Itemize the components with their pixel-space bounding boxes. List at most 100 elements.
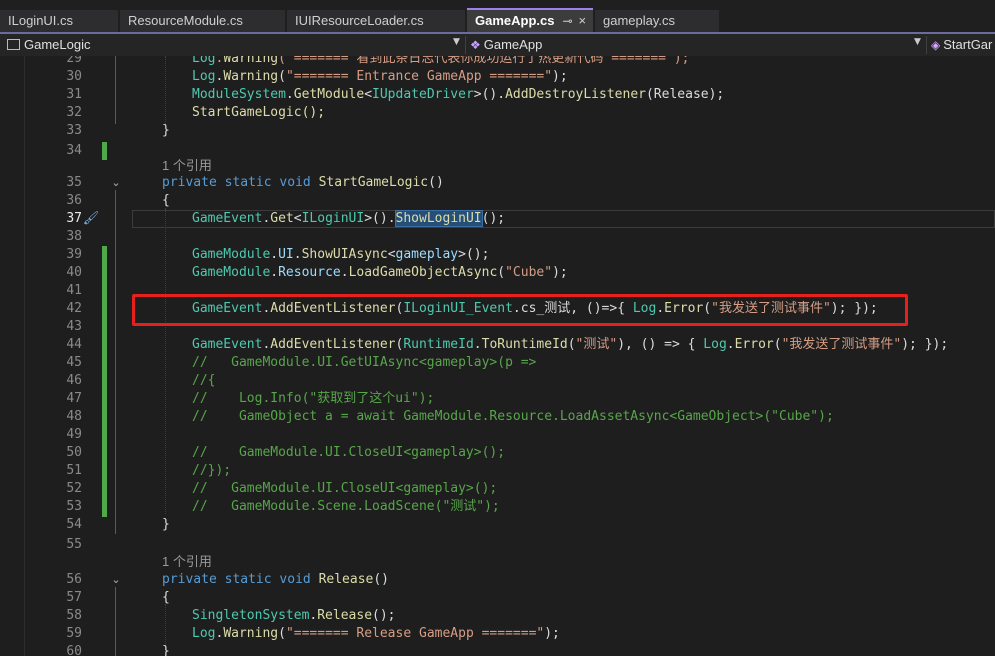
tab-label: IUIResourceLoader.cs [295,13,424,28]
chevron-down-icon[interactable]: ▼ [914,37,921,47]
code-text: } [162,123,170,138]
line-number: 43 [66,319,82,334]
code-line: 57 { [0,589,995,607]
line-number: 54 [66,517,82,532]
close-icon[interactable]: × [579,13,587,28]
code-line: 43 [0,318,995,336]
line-number: 44 [66,337,82,352]
line-number: 55 [66,537,82,552]
code-text: StartGameLogic(); [192,105,326,120]
line-number: 57 [66,590,82,605]
line-number: 34 [66,143,82,158]
code-line: 59 Log.Warning("======= Release GameApp … [0,625,995,643]
code-line: 52 // GameModule.UI.CloseUI<gameplay>(); [0,480,995,498]
code-line: 47 // Log.Info("获取到了这个ui"); [0,390,995,408]
code-line: 34 [0,142,995,160]
collapse-chevron-icon[interactable]: ⌄ [109,571,123,589]
code-editor[interactable]: 29 Log.Warning("======= 看到此条日志代表你成功运行了热更… [0,56,995,656]
line-number: 50 [66,445,82,460]
code-text: private static void Release() [162,572,390,587]
line-number: 33 [66,123,82,138]
line-number: 52 [66,481,82,496]
code-line: 58 SingletonSystem.Release(); [0,607,995,625]
code-comment: // GameModule.UI.GetUIAsync<gameplay>(p … [192,355,537,370]
chevron-down-icon[interactable]: ▼ [453,37,460,47]
code-text: GameModule.Resource.LoadGameObjectAsync(… [192,265,568,280]
line-number: 30 [66,69,82,84]
tab-iuiresourceloader[interactable]: IUIResourceLoader.cs [287,10,465,32]
code-line: 31 ModuleSystem.GetModule<IUpdateDriver>… [0,86,995,104]
line-number: 51 [66,463,82,478]
line-number: 38 [66,229,82,244]
code-comment: //}); [192,463,232,478]
keyword: static [224,175,272,190]
code-text: SingletonSystem.Release(); [192,608,396,623]
tab-label: gameplay.cs [603,13,676,28]
tab-label: ResourceModule.cs [128,13,243,28]
code-text: Log.Warning("======= Entrance GameApp ==… [192,69,568,84]
code-comment: // GameModule.UI.CloseUI<gameplay>(); [192,445,506,460]
keyword: void [279,175,311,190]
method-icon: ◈ [931,38,941,52]
code-text: { [162,590,170,605]
line-number: 41 [66,283,82,298]
keyword: void [279,572,311,587]
line-number: 59 [66,626,82,641]
class-icon: ❖ [470,38,481,52]
code-comment: // GameObject a = await GameModule.Resou… [192,409,834,424]
code-line: 44 GameEvent.AddEventListener(RuntimeId.… [0,336,995,354]
line-number: 45 [66,355,82,370]
code-text: } [162,517,170,532]
line-number: 31 [66,87,82,102]
code-line: 54 } [0,516,995,534]
codelens-references[interactable]: 1 个引用 [162,157,212,175]
class-dropdown[interactable]: ❖ GameApp [470,36,910,54]
code-comment: // GameModule.UI.CloseUI<gameplay>(); [192,481,498,496]
line-number: 29 [66,56,82,66]
keyword: private [162,572,217,587]
tab-gameplay[interactable]: gameplay.cs [595,10,719,32]
code-line: 35 ⌄ private static void StartGameLogic(… [0,174,995,192]
code-line: 51 //}); [0,462,995,480]
member-dropdown[interactable]: ◈ StartGar [931,36,995,54]
code-line: 29 Log.Warning("======= 看到此条日志代表你成功运行了热更… [0,56,995,68]
code-comment: // Log.Info("获取到了这个ui"); [192,391,435,406]
tab-resourcemodule[interactable]: ResourceModule.cs [120,10,285,32]
line-number: 56 [66,572,82,587]
navigation-bar: GameLogic ▼ ❖ GameApp ▼ ◈ StartGar [0,34,995,57]
code-text: } [162,644,170,656]
code-line: 60 } [0,643,995,656]
code-text: GameEvent.AddEventListener(RuntimeId.ToR… [192,337,949,352]
line-number: 35 [66,175,82,190]
code-line: 32 StartGameLogic(); [0,104,995,122]
line-number: 48 [66,409,82,424]
line-number: 40 [66,265,82,280]
project-dropdown[interactable]: GameLogic [7,36,457,54]
code-line: 36 { [0,192,995,210]
project-name: GameLogic [24,37,91,52]
code-line: 33 } [0,122,995,140]
code-line: 55 [0,536,995,554]
line-number: 36 [66,193,82,208]
pin-icon[interactable]: ⊸ [562,14,572,28]
collapse-chevron-icon[interactable]: ⌄ [109,174,123,192]
codelens-references[interactable]: 1 个引用 [162,553,212,571]
keyword: private [162,175,217,190]
line-number: 60 [66,644,82,656]
line-number: 32 [66,105,82,120]
keyword: static [224,572,272,587]
tab-iloginui[interactable]: ILoginUI.cs [0,10,118,32]
code-text: private static void StartGameLogic() [162,175,444,190]
tab-gameapp[interactable]: GameApp.cs ⊸ × [467,8,593,32]
line-number: 53 [66,499,82,514]
code-line: 38 [0,228,995,246]
code-text: ModuleSystem.GetModule<IUpdateDriver>().… [192,87,725,102]
code-line: 49 [0,426,995,444]
code-text: GameEvent.Get<ILoginUI>().ShowLoginUI(); [192,210,506,227]
code-line: 53 // GameModule.Scene.LoadScene("测试"); [0,498,995,516]
nav-divider [926,36,927,54]
quick-actions-brush-icon[interactable]: 🖌 [82,210,100,228]
class-name: GameApp [483,37,543,52]
code-line: 46 //{ [0,372,995,390]
tab-label: GameApp.cs [475,13,555,28]
